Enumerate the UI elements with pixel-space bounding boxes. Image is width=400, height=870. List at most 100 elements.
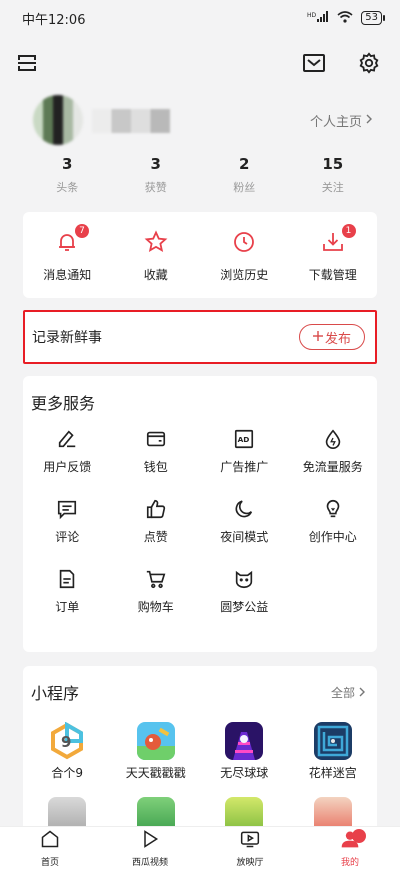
service-label: 钱包 bbox=[143, 460, 168, 474]
publish-button[interactable]: 发布 bbox=[299, 324, 365, 350]
profile-header: 个人主页 bbox=[0, 95, 400, 145]
signal-icon: HD bbox=[307, 10, 329, 26]
homepage-link-label: 个人主页 bbox=[309, 115, 362, 130]
service-label: 创作中心 bbox=[308, 530, 357, 544]
status-time: 中午12:06 bbox=[22, 12, 86, 28]
service-feedback[interactable]: 用户反馈 bbox=[23, 426, 112, 475]
service-comments[interactable]: 评论 bbox=[23, 496, 112, 545]
mini-programs-all-link[interactable]: 全部 bbox=[331, 684, 365, 701]
wallet-icon bbox=[143, 426, 169, 452]
service-label: 评论 bbox=[55, 530, 80, 544]
service-night-mode[interactable]: 夜间模式 bbox=[200, 496, 289, 545]
status-bar: 中午12:06 HD 53 bbox=[0, 0, 400, 36]
cart-icon bbox=[143, 566, 169, 592]
stat-value: 15 bbox=[322, 155, 344, 173]
service-orders[interactable]: 订单 bbox=[23, 566, 112, 615]
wifi-icon bbox=[337, 10, 353, 26]
bottom-tab-bar: 首页 西瓜视频 放映厅 我的 bbox=[0, 826, 400, 870]
stat-label: 关注 bbox=[321, 181, 344, 194]
mini-app-label: 天天戳戳戳 bbox=[125, 766, 186, 780]
service-label: 订单 bbox=[55, 600, 80, 614]
star-icon bbox=[144, 230, 168, 258]
stat-value: 3 bbox=[62, 155, 73, 173]
drop-icon bbox=[320, 426, 346, 452]
stat-following[interactable]: 15 关注 bbox=[289, 155, 378, 195]
stat-likes[interactable]: 3 获赞 bbox=[112, 155, 201, 195]
profile-stats: 3 头条 3 获赞 2 粉丝 15 关注 bbox=[23, 155, 377, 195]
username-blurred bbox=[92, 109, 170, 133]
service-free-data[interactable]: 免流量服务 bbox=[289, 426, 378, 475]
notification-badge: 7 bbox=[75, 224, 89, 238]
svg-text:AD: AD bbox=[238, 435, 250, 444]
mini-app-label: 合个9 bbox=[51, 766, 84, 780]
tab-xigua-video[interactable]: 西瓜视频 bbox=[100, 827, 200, 870]
service-label: 广告推广 bbox=[220, 460, 269, 474]
quick-item-label: 消息通知 bbox=[43, 268, 92, 282]
stat-label: 获赞 bbox=[144, 181, 167, 194]
quick-actions-card: 7 消息通知 收藏 浏览历史 1 下载管理 bbox=[23, 212, 377, 298]
svg-text:9: 9 bbox=[61, 733, 71, 751]
publish-button-label: 发布 bbox=[324, 331, 351, 347]
svg-text:HD: HD bbox=[307, 12, 317, 19]
play-icon bbox=[140, 829, 160, 853]
chevron-right-icon bbox=[359, 686, 365, 700]
tab-label: 首页 bbox=[40, 858, 59, 868]
service-label: 夜间模式 bbox=[220, 530, 269, 544]
service-label: 圆梦公益 bbox=[220, 600, 269, 614]
stat-headlines[interactable]: 3 头条 bbox=[23, 155, 112, 195]
tv-icon bbox=[240, 829, 260, 853]
mini-app-icon-endless-ball bbox=[225, 722, 264, 760]
mini-programs-grid: 9 合个9 天天戳戳戳 无尽球球 花样迷宫 bbox=[23, 722, 377, 835]
mini-app[interactable]: 天天戳戳戳 bbox=[112, 722, 201, 781]
section-title-services: 更多服务 bbox=[31, 394, 96, 413]
avatar[interactable] bbox=[33, 95, 83, 145]
mini-app-label: 无尽球球 bbox=[220, 766, 269, 780]
tab-mine[interactable]: 我的 bbox=[300, 827, 400, 870]
download-badge: 1 bbox=[341, 224, 356, 238]
mini-app[interactable]: 9 合个9 bbox=[23, 722, 112, 781]
ad-icon: AD bbox=[231, 426, 257, 452]
service-charity[interactable]: 圆梦公益 bbox=[200, 566, 289, 615]
homepage-link[interactable]: 个人主页 bbox=[310, 111, 372, 130]
service-ads[interactable]: AD 广告推广 bbox=[200, 426, 289, 475]
service-wallet[interactable]: 钱包 bbox=[112, 426, 201, 475]
section-title-mini-programs: 小程序 bbox=[31, 684, 80, 703]
service-label: 点赞 bbox=[143, 530, 168, 544]
tab-home[interactable]: 首页 bbox=[0, 827, 100, 870]
service-cart[interactable]: 购物车 bbox=[112, 566, 201, 615]
clock-icon bbox=[232, 230, 256, 258]
mail-icon[interactable] bbox=[299, 48, 329, 78]
record-title: 记录新鲜事 bbox=[32, 330, 102, 346]
settings-gear-icon[interactable] bbox=[354, 48, 384, 78]
quick-item-downloads[interactable]: 1 下载管理 bbox=[289, 212, 378, 298]
stat-label: 粉丝 bbox=[233, 181, 256, 194]
moon-icon bbox=[231, 496, 257, 522]
home-icon bbox=[40, 829, 60, 853]
tab-label: 放映厅 bbox=[236, 858, 264, 868]
thumbs-up-icon bbox=[143, 496, 169, 522]
bulb-icon bbox=[320, 496, 346, 522]
comment-icon bbox=[54, 496, 80, 522]
service-label: 购物车 bbox=[137, 600, 174, 614]
status-icons: HD 53 bbox=[307, 10, 385, 26]
more-services-card: 更多服务 用户反馈 钱包 AD 广告推广 免流量服务 评论 点赞 夜间模式 创作… bbox=[23, 376, 377, 652]
chevron-right-icon bbox=[366, 113, 372, 128]
quick-item-favorites[interactable]: 收藏 bbox=[112, 212, 201, 298]
mini-app-icon-maze bbox=[313, 722, 352, 760]
scan-icon[interactable] bbox=[12, 48, 42, 78]
tab-cinema[interactable]: 放映厅 bbox=[200, 827, 300, 870]
tab-label: 西瓜视频 bbox=[131, 858, 168, 868]
service-label: 免流量服务 bbox=[302, 460, 363, 474]
mini-app[interactable]: 无尽球球 bbox=[200, 722, 289, 781]
service-likes[interactable]: 点赞 bbox=[112, 496, 201, 545]
tab-notification-dot bbox=[352, 829, 366, 843]
service-creator-center[interactable]: 创作中心 bbox=[289, 496, 378, 545]
quick-item-history[interactable]: 浏览历史 bbox=[200, 212, 289, 298]
stat-value: 2 bbox=[239, 155, 250, 173]
stat-value: 3 bbox=[150, 155, 161, 173]
stat-followers[interactable]: 2 粉丝 bbox=[200, 155, 289, 195]
mini-app[interactable]: 花样迷宫 bbox=[289, 722, 378, 781]
quick-item-label: 收藏 bbox=[143, 268, 168, 282]
quick-item-notifications[interactable]: 7 消息通知 bbox=[23, 212, 112, 298]
record-new-things-card[interactable]: 记录新鲜事 发布 bbox=[23, 310, 377, 364]
